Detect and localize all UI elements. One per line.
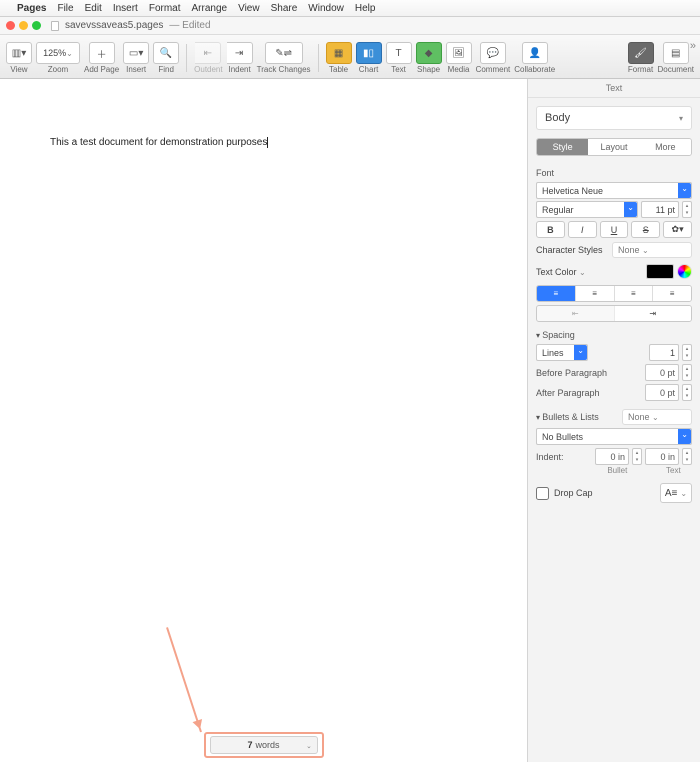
view-label: View	[10, 65, 27, 74]
comment-button[interactable]: 💬	[480, 42, 506, 64]
window-zoom-button[interactable]	[32, 21, 41, 30]
spacing-mode-select[interactable]: Lines	[536, 344, 588, 361]
spacing-section[interactable]: Spacing	[528, 325, 700, 342]
drop-cap-style-button[interactable]: A≡⌄	[660, 483, 692, 503]
indent-inline-button[interactable]: ⇥	[615, 306, 692, 321]
menu-edit[interactable]: Edit	[85, 3, 102, 14]
menu-insert[interactable]: Insert	[113, 3, 138, 14]
drop-cap-checkbox[interactable]: Drop Cap	[536, 487, 593, 500]
format-inspector: Text Body▾ Style Layout More Font Helvet…	[527, 79, 700, 762]
before-stepper[interactable]: ▴▾	[682, 364, 692, 381]
before-paragraph-label: Before Paragraph	[536, 368, 607, 378]
word-count-value: 7	[247, 740, 252, 750]
format-inspector-button[interactable]: 🖌	[628, 42, 654, 64]
add-page-button[interactable]: ＋	[89, 42, 115, 64]
window-minimize-button[interactable]	[19, 21, 28, 30]
view-button[interactable]: ▥▾	[6, 42, 32, 64]
page[interactable]: This a test document for demonstration p…	[0, 79, 527, 762]
zoom-label: Zoom	[48, 65, 68, 74]
after-paragraph-field[interactable]: 0 pt	[645, 384, 679, 401]
bullet-indent-field[interactable]: 0 in	[595, 448, 629, 465]
segment-layout[interactable]: Layout	[588, 139, 639, 155]
strike-button[interactable]: S	[631, 221, 660, 238]
segment-style[interactable]: Style	[537, 139, 588, 155]
menu-window[interactable]: Window	[308, 3, 344, 14]
outdent-inline-button[interactable]: ⇤	[537, 306, 615, 321]
inspector-segments: Style Layout More	[536, 138, 692, 156]
menu-help[interactable]: Help	[355, 3, 376, 14]
system-menubar: Pages File Edit Insert Format Arrange Vi…	[0, 0, 700, 17]
align-right-button[interactable]: ≡	[615, 286, 654, 301]
menu-share[interactable]: Share	[271, 3, 298, 14]
inspector-tab-text[interactable]: Text	[528, 79, 700, 98]
font-advanced-button[interactable]: ✿▾	[663, 221, 692, 238]
indent-label: Indent:	[536, 452, 564, 462]
toolbar-overflow-icon[interactable]: »	[690, 40, 696, 52]
menu-format[interactable]: Format	[149, 3, 181, 14]
collaborate-button[interactable]: 👤	[522, 42, 548, 64]
chart-button[interactable]: ▮▯	[356, 42, 382, 64]
italic-button[interactable]: I	[568, 221, 597, 238]
text-indent-field[interactable]: 0 in	[645, 448, 679, 465]
document-edited-status: — Edited	[169, 20, 210, 31]
indent-button[interactable]: ⇥	[227, 42, 253, 64]
character-styles-label: Character Styles	[536, 245, 603, 255]
bullets-preset-select[interactable]: None ⌄	[622, 409, 692, 425]
document-filename[interactable]: savevssaveas5.pages	[65, 20, 163, 31]
track-changes-button[interactable]: ✎⇌	[265, 42, 303, 64]
shape-button[interactable]: ◆	[416, 42, 442, 64]
after-stepper[interactable]: ▴▾	[682, 384, 692, 401]
font-weight-select[interactable]: Regular	[536, 201, 638, 218]
menu-arrange[interactable]: Arrange	[192, 3, 228, 14]
media-button[interactable]: 🖼	[446, 42, 472, 64]
bullets-style-select[interactable]: No Bullets	[536, 428, 692, 445]
spacing-stepper[interactable]: ▴▾	[682, 344, 692, 361]
text-button[interactable]: T	[386, 42, 412, 64]
window-titlebar: savevssaveas5.pages — Edited	[0, 17, 700, 35]
window-close-button[interactable]	[6, 21, 15, 30]
paragraph-style-select[interactable]: Body▾	[536, 106, 692, 130]
insert-button[interactable]: ▭▾	[123, 42, 149, 64]
font-family-select[interactable]: Helvetica Neue	[536, 182, 692, 199]
menu-file[interactable]: File	[57, 3, 73, 14]
document-inspector-button[interactable]: ▤	[663, 42, 689, 64]
menu-view[interactable]: View	[238, 3, 260, 14]
segment-more[interactable]: More	[640, 139, 691, 155]
add-page-label: Add Page	[84, 65, 119, 74]
document-body-text[interactable]: This a test document for demonstration p…	[50, 137, 268, 148]
align-center-button[interactable]: ≡	[576, 286, 615, 301]
word-count-popup[interactable]: 7 words	[210, 736, 318, 754]
align-left-button[interactable]: ≡	[537, 286, 576, 301]
document-proxy-icon[interactable]	[51, 21, 59, 31]
text-color-swatch[interactable]	[646, 264, 674, 279]
color-picker-icon[interactable]	[677, 264, 692, 279]
text-color-label: Text Color ⌄	[536, 267, 586, 277]
document-canvas[interactable]: This a test document for demonstration p…	[0, 79, 527, 762]
font-section-label: Font	[528, 164, 700, 180]
font-size-field[interactable]: 11 pt	[641, 201, 679, 218]
find-label: Find	[158, 65, 174, 74]
zoom-select[interactable]: 125% ⌄	[36, 42, 80, 64]
align-justify-button[interactable]: ≡	[653, 286, 691, 301]
underline-button[interactable]: U	[600, 221, 629, 238]
spacing-value-field[interactable]: 1	[649, 344, 679, 361]
bullets-section[interactable]: Bullets & Lists	[536, 412, 599, 422]
toolbar: ▥▾View 125% ⌄Zoom ＋Add Page ▭▾Insert 🔍Fi…	[0, 35, 700, 79]
font-size-stepper[interactable]: ▴▾	[682, 201, 692, 218]
insert-label: Insert	[126, 65, 146, 74]
menu-app[interactable]: Pages	[17, 3, 46, 14]
word-count-label: words	[256, 740, 280, 750]
character-styles-select[interactable]: None ⌄	[612, 242, 692, 258]
before-paragraph-field[interactable]: 0 pt	[645, 364, 679, 381]
outdent-button[interactable]: ⇤	[195, 42, 221, 64]
bold-button[interactable]: B	[536, 221, 565, 238]
after-paragraph-label: After Paragraph	[536, 388, 600, 398]
find-button[interactable]: 🔍	[153, 42, 179, 64]
table-button[interactable]: ▦	[326, 42, 352, 64]
